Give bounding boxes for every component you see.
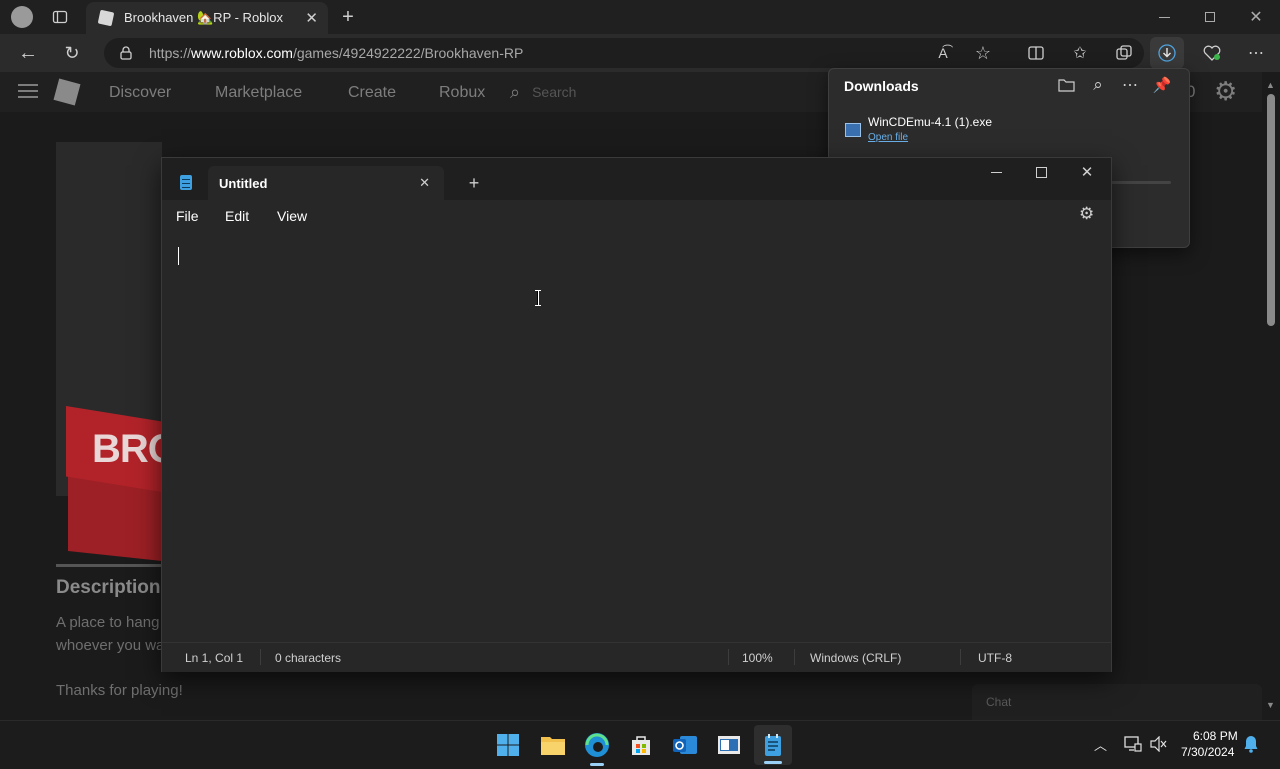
minimize-icon[interactable] <box>982 158 1010 186</box>
pin-icon[interactable]: 📌 <box>1148 71 1176 99</box>
maximize-icon[interactable] <box>1027 158 1055 186</box>
thanks-text: Thanks for playing! <box>56 682 183 699</box>
outlook-icon[interactable] <box>669 729 701 761</box>
start-windows-icon[interactable] <box>492 729 524 761</box>
read-aloud-icon[interactable]: A͡ <box>929 39 957 67</box>
browser-tab-title: Brookhaven 🏡RP - Roblox <box>124 10 284 25</box>
more-options-icon[interactable]: ⋯ <box>1242 39 1270 67</box>
volume-muted-icon[interactable] <box>1150 735 1168 757</box>
open-file-link[interactable]: Open file <box>868 132 908 143</box>
refresh-icon[interactable]: ↻ <box>58 39 86 67</box>
menu-file[interactable]: File <box>176 208 199 224</box>
text-editor-area[interactable] <box>162 230 1111 642</box>
status-divider <box>794 649 795 665</box>
menu-view[interactable]: View <box>277 208 307 224</box>
status-characters: 0 characters <box>275 651 342 665</box>
back-icon[interactable]: ← <box>14 39 42 67</box>
close-window-icon[interactable]: ✕ <box>1242 3 1270 31</box>
downloads-more-icon[interactable]: ⋯ <box>1116 71 1144 99</box>
nav-robux[interactable]: Robux <box>439 84 485 102</box>
url-prefix: https:// <box>149 45 192 61</box>
collections-icon[interactable] <box>1110 39 1138 67</box>
chat-bar[interactable]: Chat <box>972 684 1262 720</box>
settings-gear-icon[interactable]: ⚙ <box>1079 204 1094 224</box>
workspaces-icon[interactable] <box>46 3 74 31</box>
taskbar: ︿ 6:08 PM 7/30/2024 <box>0 720 1280 769</box>
restore-icon[interactable] <box>1196 3 1224 31</box>
new-tab-icon[interactable]: + <box>334 3 362 31</box>
favorite-star-icon[interactable]: ☆ <box>969 39 997 67</box>
nav-discover[interactable]: Discover <box>109 84 171 102</box>
notepad-statusbar: Ln 1, Col 1 0 characters 100% Windows (C… <box>162 642 1111 672</box>
notepad-window: Untitled ✕ + ✕ File Edit View ⚙ Ln 1, Co… <box>161 157 1112 672</box>
browser-tab-strip: Brookhaven 🏡RP - Roblox ✕ + ✕ <box>0 0 1280 34</box>
status-position: Ln 1, Col 1 <box>185 651 244 665</box>
url-path: /games/4924922222/Brookhaven-RP <box>292 45 524 61</box>
tab-underline <box>56 564 162 567</box>
scroll-up-icon[interactable]: ▲ <box>1266 80 1275 90</box>
description-heading: Description <box>56 577 161 598</box>
roblox-search-placeholder: Search <box>532 84 577 100</box>
page-scrollbar[interactable]: ▲ ▼ <box>1262 72 1280 720</box>
lock-icon[interactable] <box>120 46 132 60</box>
chat-label: Chat <box>986 695 1012 709</box>
edge-browser-icon[interactable] <box>581 729 613 766</box>
new-tab-icon[interactable]: + <box>460 169 488 197</box>
roblox-search[interactable]: ⌕ Search <box>510 78 830 106</box>
close-tab-icon[interactable]: ✕ <box>305 9 318 27</box>
download-file-name: WinCDEmu-4.1 (1).exe <box>868 115 993 129</box>
text-caret <box>178 247 179 265</box>
show-hidden-icons-chevron-icon[interactable]: ︿ <box>1094 735 1107 754</box>
status-encoding: UTF-8 <box>978 651 1012 665</box>
scrollbar-thumb[interactable] <box>1267 94 1275 326</box>
notepad-titlebar[interactable]: Untitled ✕ + ✕ <box>162 158 1111 200</box>
split-screen-icon[interactable] <box>1022 39 1050 67</box>
browser-essentials-icon[interactable] <box>1198 39 1226 67</box>
clock-date[interactable]: 7/30/2024 <box>1181 745 1234 759</box>
favorites-icon[interactable]: ✩ <box>1066 39 1094 67</box>
url-domain: www.roblox.com <box>191 45 293 61</box>
running-indicator <box>590 763 604 766</box>
hamburger-menu-icon[interactable] <box>18 84 38 98</box>
close-window-icon[interactable]: ✕ <box>1073 158 1101 186</box>
nav-create[interactable]: Create <box>348 84 396 102</box>
open-downloads-folder-icon[interactable] <box>1052 71 1080 99</box>
roblox-logo[interactable] <box>53 78 81 106</box>
profile-avatar[interactable] <box>8 3 36 31</box>
scroll-down-icon[interactable]: ▼ <box>1266 700 1275 710</box>
status-zoom: 100% <box>742 651 773 665</box>
status-divider <box>960 649 961 665</box>
notepad-menubar: File Edit View ⚙ <box>162 200 1111 230</box>
notepad-app-icon <box>180 175 192 190</box>
notepad-taskbar-icon[interactable] <box>754 725 792 765</box>
search-downloads-icon[interactable]: ⌕ <box>1084 71 1112 99</box>
url-text: https://www.roblox.com/games/4924922222/… <box>149 45 523 61</box>
settings-gear-icon[interactable]: ⚙ <box>1214 76 1237 107</box>
microsoft-store-icon[interactable] <box>625 729 657 761</box>
downloads-icon[interactable] <box>1150 37 1184 69</box>
description-line-2: whoever you want <box>56 637 177 654</box>
status-divider <box>728 649 729 665</box>
notepad-tab-untitled[interactable]: Untitled ✕ <box>208 166 444 200</box>
status-divider <box>260 649 261 665</box>
i-beam-cursor-icon <box>535 290 541 306</box>
roblox-favicon <box>97 9 115 27</box>
exe-file-icon <box>845 123 861 137</box>
network-icon[interactable] <box>1124 736 1142 757</box>
close-tab-icon[interactable]: ✕ <box>419 175 430 191</box>
running-indicator <box>764 761 782 764</box>
menu-edit[interactable]: Edit <box>225 208 249 224</box>
wincdemu-app-icon[interactable] <box>713 729 745 761</box>
notepad-tab-title: Untitled <box>219 175 268 191</box>
notification-bell-icon[interactable] <box>1244 735 1258 758</box>
search-icon: ⌕ <box>510 81 521 102</box>
browser-tab-active[interactable]: Brookhaven 🏡RP - Roblox ✕ <box>86 2 328 34</box>
file-explorer-icon[interactable] <box>537 729 569 761</box>
status-line-ending: Windows (CRLF) <box>810 651 902 665</box>
minimize-icon[interactable] <box>1150 3 1178 31</box>
downloads-title: Downloads <box>844 78 919 94</box>
nav-marketplace[interactable]: Marketplace <box>215 84 302 102</box>
browser-toolbar: ← ↻ https://www.roblox.com/games/4924922… <box>0 34 1280 72</box>
clock-time[interactable]: 6:08 PM <box>1193 729 1238 743</box>
